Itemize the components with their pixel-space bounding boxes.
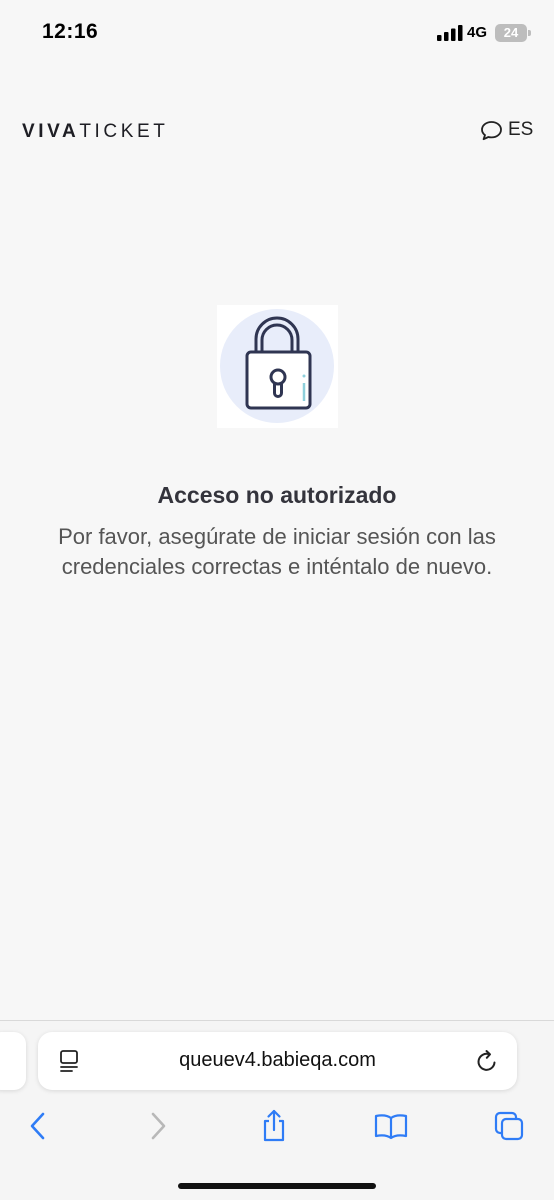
tabs-button[interactable]: [491, 1108, 527, 1144]
address-bar[interactable]: queuev4.babieqa.com: [38, 1032, 517, 1090]
share-icon: [263, 1109, 285, 1142]
vivaticket-logo[interactable]: VIVATICKET: [22, 121, 169, 143]
error-title: Acceso no autorizado: [157, 482, 397, 508]
status-bar: 12:16 4G 24: [0, 0, 554, 66]
logo-viva: VIVA: [22, 121, 80, 142]
tabs-icon: [494, 1111, 524, 1141]
logo-ticket: TICKET: [79, 121, 169, 142]
back-icon: [30, 1112, 45, 1140]
padlock-icon: [220, 309, 334, 423]
forward-icon: [151, 1112, 166, 1140]
network-type: 4G: [467, 24, 488, 41]
forward-button[interactable]: [140, 1108, 176, 1144]
reload-icon[interactable]: [475, 1048, 499, 1074]
error-description: Por favor, asegúrate de iniciar sesión c…: [58, 524, 496, 579]
battery-indicator: 24: [495, 24, 527, 42]
lock-illustration: [217, 305, 338, 428]
back-button[interactable]: [20, 1108, 56, 1144]
chat-bubble-icon: [481, 120, 502, 140]
language-label: ES: [508, 119, 534, 140]
bookmarks-button[interactable]: [373, 1108, 409, 1144]
battery-cap: [528, 30, 531, 36]
bookmarks-icon: [374, 1114, 408, 1140]
url-text[interactable]: queuev4.babieqa.com: [38, 1049, 517, 1072]
previous-tab-preview[interactable]: [0, 1032, 26, 1090]
share-button[interactable]: [256, 1108, 292, 1144]
signal-icon: [437, 25, 463, 41]
home-indicator[interactable]: [178, 1183, 376, 1189]
language-selector[interactable]: ES: [480, 119, 533, 141]
status-time: 12:16: [42, 20, 99, 43]
